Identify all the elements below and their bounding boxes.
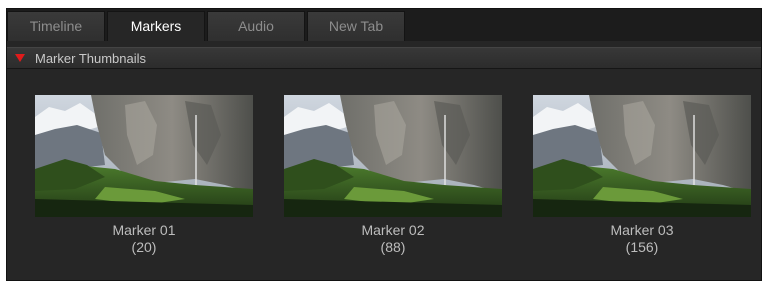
marker-thumbnail-image[interactable] [533,95,751,217]
section-title: Marker Thumbnails [35,50,147,66]
thumbnail-grid: Marker 01 (20) Marker 02 (88) Marker 03 … [7,69,761,280]
marker-thumbnail-image[interactable] [35,95,253,217]
tabs: Timeline Markers Audio New Tab [7,11,407,41]
disclosure-triangle-down-icon[interactable] [15,54,25,62]
marker-item-02[interactable]: Marker 02 (88) [284,95,502,256]
marker-item-03[interactable]: Marker 03 (156) [533,95,751,256]
marker-frame-number: (20) [131,239,157,255]
marker-frame-number: (156) [625,239,659,255]
marker-name: Marker 03 [610,222,674,238]
marker-thumbnail-image[interactable] [284,95,502,217]
tab-new-tab[interactable]: New Tab [307,11,405,41]
tab-timeline[interactable]: Timeline [7,11,105,41]
tab-bar: Timeline Markers Audio New Tab [7,9,761,41]
marker-item-01[interactable]: Marker 01 (20) [35,95,253,256]
tab-markers[interactable]: Markers [107,11,205,41]
marker-name: Marker 01 [112,222,176,238]
marker-name: Marker 02 [361,222,425,238]
markers-panel: Timeline Markers Audio New Tab Marker Th… [6,8,762,281]
marker-thumbnails-header[interactable]: Marker Thumbnails [7,47,761,69]
tab-audio[interactable]: Audio [207,11,305,41]
marker-frame-number: (88) [380,239,406,255]
